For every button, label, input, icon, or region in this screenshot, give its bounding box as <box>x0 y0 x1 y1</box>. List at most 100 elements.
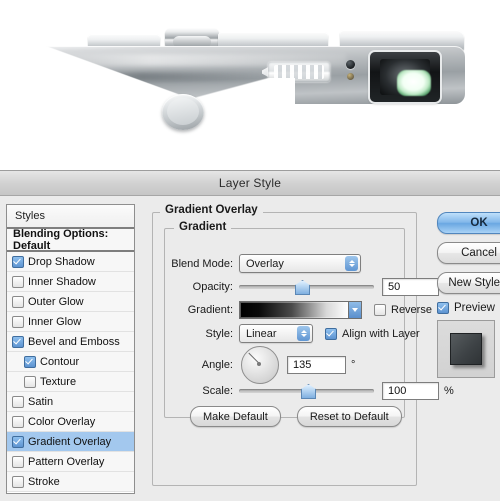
sidebar-item-label: Drop Shadow <box>28 255 95 268</box>
camera-lens-barrel <box>380 59 431 96</box>
sidebar-item-pattern-overlay[interactable]: Pattern Overlay <box>7 452 134 472</box>
gradient-picker[interactable] <box>239 301 362 319</box>
gradient-style-select[interactable]: Linear <box>239 324 313 343</box>
preview-checkbox-row[interactable]: Preview <box>437 302 500 314</box>
sidebar-item-drop-shadow[interactable]: Drop Shadow <box>7 252 134 272</box>
checkbox-gradient-overlay[interactable] <box>12 435 24 448</box>
checkbox-reverse[interactable] <box>374 304 386 316</box>
cancel-button[interactable]: Cancel <box>437 242 500 264</box>
scale-row: Scale: 100 % <box>160 382 454 400</box>
preview-thumbnail-shape <box>450 333 482 365</box>
reset-to-default-label: Reset to Default <box>309 410 389 423</box>
checkbox-pattern-overlay[interactable] <box>12 455 24 468</box>
ok-button[interactable]: OK <box>437 212 500 234</box>
sidebar-item-label: Texture <box>40 375 77 388</box>
sidebar-item-color-overlay[interactable]: Color Overlay <box>7 412 134 432</box>
gradient-swatch[interactable] <box>239 301 349 319</box>
sidebar-item-label: Pattern Overlay <box>28 455 105 468</box>
blend-mode-value: Overlay <box>246 257 284 270</box>
sidebar-item-stroke[interactable]: Stroke <box>7 472 134 492</box>
blend-mode-select[interactable]: Overlay <box>239 254 361 273</box>
angle-input[interactable]: 135 <box>287 356 346 374</box>
checkbox-inner-glow[interactable] <box>12 315 24 328</box>
scale-input[interactable]: 100 <box>382 382 439 400</box>
gradient-subgroup-title: Gradient <box>174 221 232 233</box>
styles-list-header-label: Styles <box>15 210 45 222</box>
checkbox-align-with-layer[interactable] <box>325 327 337 340</box>
reverse-checkbox-row[interactable]: Reverse <box>374 304 432 316</box>
align-with-layer-label: Align with Layer <box>342 327 420 340</box>
angle-value: 135 <box>293 359 312 371</box>
secondary-led-icon <box>347 73 354 80</box>
checkbox-bevel-and-emboss[interactable] <box>12 335 24 348</box>
camera-photo <box>0 0 500 170</box>
chevron-updown-icon[interactable] <box>345 256 358 271</box>
sidebar-item-label: Outer Glow <box>28 295 84 308</box>
scale-label: Scale: <box>202 385 233 397</box>
dialog-title: Layer Style <box>218 176 282 190</box>
sidebar-item-satin[interactable]: Satin <box>7 392 134 412</box>
gradient-row: Gradient: Reverse <box>160 301 432 319</box>
checkbox-drop-shadow[interactable] <box>12 255 24 268</box>
gradient-style-value: Linear <box>246 327 277 340</box>
opacity-label: Opacity: <box>192 281 233 293</box>
sidebar-item-contour[interactable]: Contour <box>7 352 134 372</box>
gradient-label: Gradient: <box>187 304 233 316</box>
sidebar-item-texture[interactable]: Texture <box>7 372 134 392</box>
angle-label: Angle: <box>201 359 233 371</box>
scale-slider-knob[interactable] <box>301 384 316 399</box>
camera-lens <box>370 52 440 102</box>
dialog-titlebar[interactable]: Layer Style <box>0 171 500 196</box>
angle-unit: ° <box>351 359 356 371</box>
opacity-input[interactable]: 50 <box>382 278 439 296</box>
chevron-updown-icon[interactable] <box>297 326 310 341</box>
opacity-slider-knob[interactable] <box>295 280 310 295</box>
dialog-body: Styles Blending Options: Default Drop Sh… <box>0 196 500 501</box>
opacity-slider[interactable] <box>239 280 374 295</box>
opacity-row: Opacity: 50 % <box>160 278 454 296</box>
dialog-action-buttons: OK Cancel New Style... Preview <box>437 212 500 378</box>
checkbox-preview[interactable] <box>437 302 449 314</box>
blending-options-label: Blending Options: Default <box>13 227 109 252</box>
scale-unit: % <box>444 385 454 397</box>
new-style-label: New Style... <box>448 277 500 289</box>
sidebar-item-inner-glow[interactable]: Inner Glow <box>7 312 134 332</box>
camera-lens-glow <box>397 70 431 96</box>
reset-to-default-button[interactable]: Reset to Default <box>296 406 402 427</box>
cancel-label: Cancel <box>461 247 497 259</box>
checkbox-texture[interactable] <box>24 375 36 388</box>
styles-list-header[interactable]: Styles <box>7 205 134 229</box>
style-row: Style: Linear Align with Layer <box>160 324 420 343</box>
layer-style-dialog: Layer Style Styles Blending Options: Def… <box>0 170 500 501</box>
sensor-led-icon <box>346 60 355 69</box>
sidebar-item-blending-options[interactable]: Blending Options: Default <box>7 227 134 252</box>
camera-taper-bottom <box>135 78 295 108</box>
checkbox-satin[interactable] <box>12 395 24 408</box>
sidebar-item-label: Bevel and Emboss <box>28 335 120 348</box>
blend-mode-label: Blend Mode: <box>171 257 233 270</box>
align-with-layer-row[interactable]: Align with Layer <box>325 327 420 340</box>
checkbox-outer-glow[interactable] <box>12 295 24 308</box>
sidebar-item-label: Satin <box>28 395 54 408</box>
sidebar-item-label: Inner Shadow <box>28 275 96 288</box>
sidebar-item-gradient-overlay[interactable]: Gradient Overlay <box>7 432 134 452</box>
ok-label: OK <box>470 217 488 229</box>
make-default-label: Make Default <box>203 410 268 423</box>
sidebar-item-label: Color Overlay <box>28 415 96 428</box>
chevron-down-icon[interactable] <box>349 301 362 319</box>
default-buttons-row: Make Default Reset to Default <box>190 406 402 427</box>
checkbox-contour[interactable] <box>24 355 36 368</box>
sidebar-item-outer-glow[interactable]: Outer Glow <box>7 292 134 312</box>
new-style-button[interactable]: New Style... <box>437 272 500 294</box>
reverse-label: Reverse <box>391 304 432 316</box>
checkbox-stroke[interactable] <box>12 475 24 488</box>
checkbox-color-overlay[interactable] <box>12 415 24 428</box>
make-default-button[interactable]: Make Default <box>190 406 281 427</box>
scale-slider[interactable] <box>239 384 374 399</box>
sidebar-item-inner-shadow[interactable]: Inner Shadow <box>7 272 134 292</box>
angle-dial[interactable] <box>241 346 279 384</box>
checkbox-inner-shadow[interactable] <box>12 275 24 288</box>
camera-round-button <box>162 94 204 130</box>
sidebar-item-bevel-and-emboss[interactable]: Bevel and Emboss <box>7 332 134 352</box>
preview-label: Preview <box>454 302 495 314</box>
